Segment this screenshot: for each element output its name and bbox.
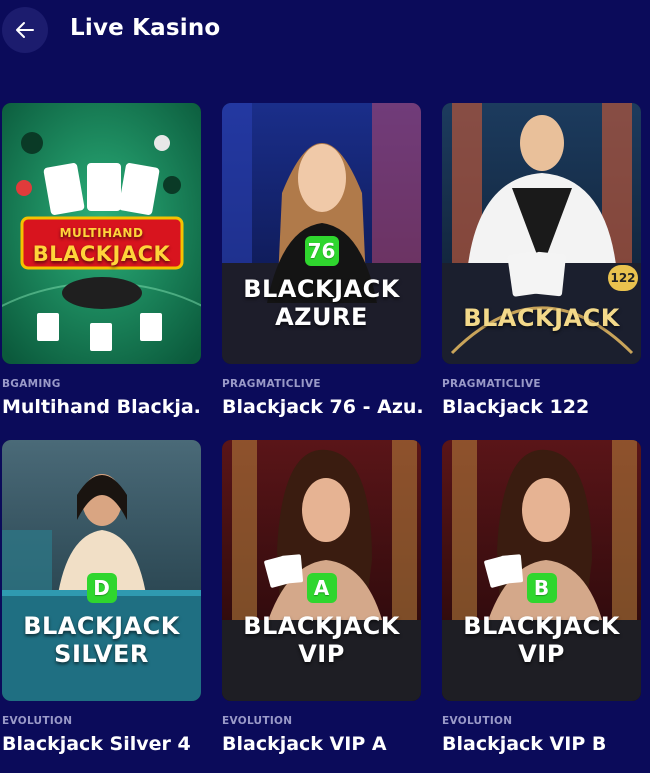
game-thumbnail[interactable]: MULTIHAND BLACKJACK bbox=[2, 103, 201, 364]
game-thumbnail[interactable]: D BLACKJACK SILVER bbox=[2, 440, 201, 701]
table-letter-badge: D bbox=[86, 573, 117, 603]
game-name[interactable]: Blackjack 122 bbox=[442, 396, 642, 418]
game-name[interactable]: Blackjack VIP A bbox=[222, 733, 422, 755]
game-card[interactable]: 76 BLACKJACK AZURE PRAGMATICLIVE Blackja… bbox=[222, 103, 422, 418]
arrow-left-icon bbox=[16, 22, 34, 38]
game-provider: PRAGMATICLIVE bbox=[222, 378, 321, 390]
game-card[interactable]: D BLACKJACK SILVER EVOLUTION Blackjack S… bbox=[2, 440, 201, 755]
game-card[interactable]: 122 BLACKJACK PRAGMATICLIVE Blackjack 12… bbox=[442, 103, 641, 418]
thumbnail-title: MULTIHAND BLACKJACK bbox=[32, 226, 171, 266]
game-thumbnail[interactable]: 122 BLACKJACK bbox=[442, 103, 641, 364]
table-letter-badge: B bbox=[526, 573, 557, 603]
game-thumbnail[interactable]: B BLACKJACK VIP bbox=[442, 440, 641, 701]
game-provider: EVOLUTION bbox=[2, 715, 73, 727]
game-name[interactable]: Blackjack Silver 4 bbox=[2, 733, 202, 755]
thumbnail-title: BLACKJACK VIP bbox=[463, 612, 620, 668]
game-name[interactable]: Blackjack 76 - Azu... bbox=[222, 396, 422, 418]
thumbnail-title: BLACKJACK VIP bbox=[243, 612, 400, 668]
game-thumbnail[interactable]: 76 BLACKJACK AZURE bbox=[222, 103, 421, 364]
game-name[interactable]: Multihand Blackja... bbox=[2, 396, 202, 418]
game-card[interactable]: MULTIHAND BLACKJACK BGAMING Multihand Bl… bbox=[2, 103, 202, 418]
game-provider: EVOLUTION bbox=[442, 715, 513, 727]
game-grid: MULTIHAND BLACKJACK BGAMING Multihand Bl… bbox=[2, 103, 650, 755]
page-title: Live Kasino bbox=[70, 15, 221, 41]
header: Live Kasino bbox=[0, 0, 650, 64]
game-card[interactable]: A BLACKJACK VIP EVOLUTION Blackjack VIP … bbox=[222, 440, 421, 755]
thumbnail-title: BLACKJACK SILVER bbox=[23, 612, 180, 668]
table-letter-badge: A bbox=[306, 573, 337, 603]
thumbnail-title: BLACKJACK bbox=[463, 304, 620, 332]
table-number-badge: 76 bbox=[304, 236, 339, 266]
game-thumbnail[interactable]: A BLACKJACK VIP bbox=[222, 440, 421, 701]
back-button[interactable] bbox=[2, 7, 48, 53]
game-provider: EVOLUTION bbox=[222, 715, 293, 727]
game-card[interactable]: B BLACKJACK VIP EVOLUTION Blackjack VIP … bbox=[442, 440, 641, 755]
table-number-badge: 122 bbox=[608, 265, 638, 291]
game-provider: PRAGMATICLIVE bbox=[442, 378, 541, 390]
game-name[interactable]: Blackjack VIP B bbox=[442, 733, 642, 755]
thumbnail-title: BLACKJACK AZURE bbox=[243, 275, 400, 331]
game-provider: BGAMING bbox=[2, 378, 61, 390]
